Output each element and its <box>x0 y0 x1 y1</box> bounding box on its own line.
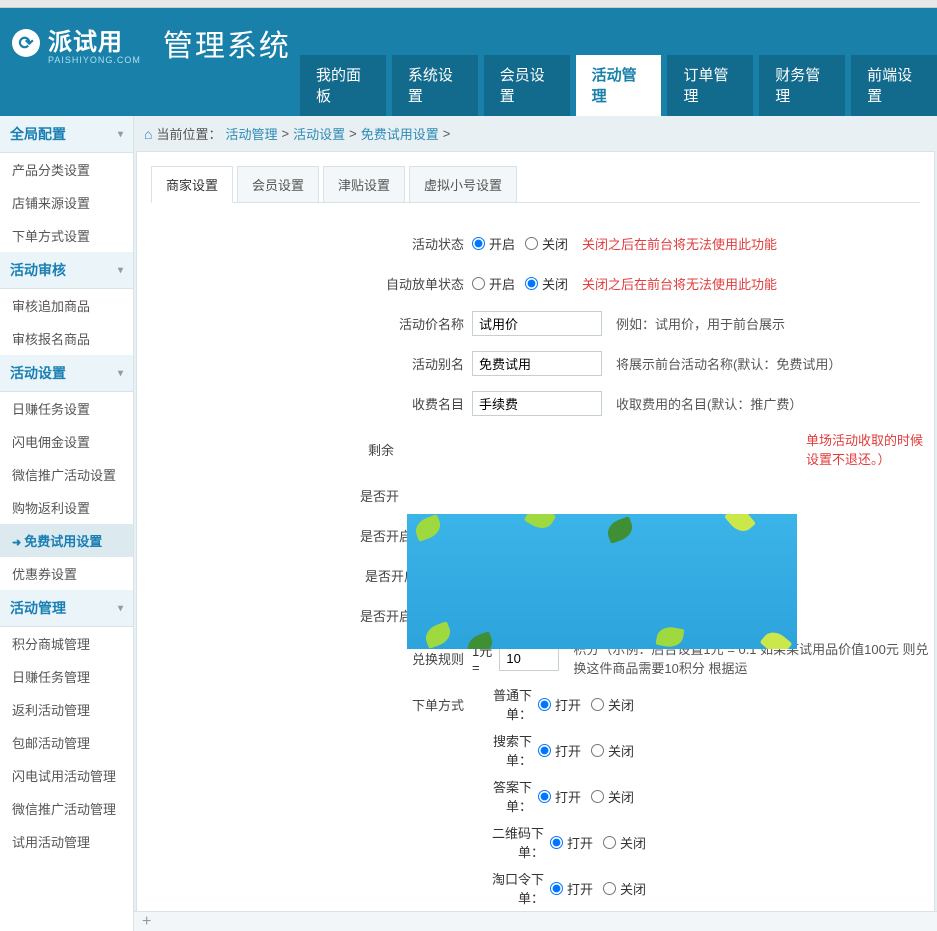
side-item-0-2[interactable]: 下单方式设置 <box>0 219 133 252</box>
label-feename: 收费名目 <box>137 394 472 413</box>
side-item-2-0[interactable]: 日赚任务设置 <box>0 392 133 425</box>
tab-0[interactable]: 商家设置 <box>151 166 233 203</box>
side-item-2-4[interactable]: 免费试用设置 <box>0 524 133 557</box>
browser-bookmark-bar <box>0 0 937 8</box>
side-item-0-0[interactable]: 产品分类设置 <box>0 153 133 186</box>
radio-tkl-open[interactable]: 打开 <box>550 879 593 898</box>
nav-item-3[interactable]: 活动管理 <box>576 55 662 116</box>
radio-status-open[interactable]: 开启 <box>472 234 515 253</box>
side-item-3-1[interactable]: 日赚任务管理 <box>0 660 133 693</box>
tab-3[interactable]: 虚拟小号设置 <box>409 166 517 202</box>
footer-bar: + <box>134 911 937 931</box>
label-alias: 活动别名 <box>137 354 472 373</box>
hint-pricename: 例如：试用价，用于前台展示 <box>616 314 785 333</box>
side-item-3-5[interactable]: 微信推广活动管理 <box>0 792 133 825</box>
side-item-3-4[interactable]: 闪电试用活动管理 <box>0 759 133 792</box>
home-icon: ⌂ <box>144 126 152 142</box>
nav-item-1[interactable]: 系统设置 <box>392 55 478 116</box>
plus-icon[interactable]: + <box>142 913 151 931</box>
label-rule: 兑换规则 <box>137 649 472 668</box>
tab-2[interactable]: 津贴设置 <box>323 166 405 202</box>
side-group-3[interactable]: 活动管理▾ <box>0 590 133 627</box>
side-item-1-0[interactable]: 审核追加商品 <box>0 289 133 322</box>
breadcrumb: ⌂ 当前位置： 活动管理 > 活动设置 > 免费试用设置 > <box>134 116 937 151</box>
radio-search-close[interactable]: 关闭 <box>591 741 634 760</box>
warn-auto: 关闭之后在前台将无法使用此功能 <box>582 274 777 293</box>
side-item-2-2[interactable]: 微信推广活动设置 <box>0 458 133 491</box>
logo-icon: ⟳ <box>12 29 40 57</box>
logo-main: 派试用 <box>48 22 141 57</box>
side-group-0[interactable]: 全局配置▾ <box>0 116 133 153</box>
radio-normal-close[interactable]: 关闭 <box>591 695 634 714</box>
input-pricename[interactable] <box>472 311 602 336</box>
nav-item-2[interactable]: 会员设置 <box>484 55 570 116</box>
radio-qr-close[interactable]: 关闭 <box>603 833 646 852</box>
side-item-3-2[interactable]: 返利活动管理 <box>0 693 133 726</box>
top-nav: 我的面板系统设置会员设置活动管理订单管理财务管理前端设置 <box>0 78 937 116</box>
content-area: ⌂ 当前位置： 活动管理 > 活动设置 > 免费试用设置 > 商家设置会员设置津… <box>134 116 937 931</box>
logo-title: 管理系统 <box>163 21 291 65</box>
input-rule[interactable] <box>499 646 559 671</box>
radio-qr-open[interactable]: 打开 <box>550 833 593 852</box>
sidebar: 全局配置▾产品分类设置店铺来源设置下单方式设置活动审核▾审核追加商品审核报名商品… <box>0 116 134 931</box>
radio-answer-close[interactable]: 关闭 <box>591 787 634 806</box>
nav-item-6[interactable]: 前端设置 <box>851 55 937 116</box>
side-group-1[interactable]: 活动审核▾ <box>0 252 133 289</box>
warn-remain: 单场活动收取的时候设置不退还。） <box>806 430 934 468</box>
input-feename[interactable] <box>472 391 602 416</box>
radio-auto-close[interactable]: 关闭 <box>525 274 568 293</box>
nav-item-0[interactable]: 我的面板 <box>300 55 386 116</box>
label-method: 下单方式 <box>137 695 472 714</box>
radio-auto-open[interactable]: 开启 <box>472 274 515 293</box>
label-auto: 自动放单状态 <box>137 274 472 293</box>
crumb-2[interactable]: 免费试用设置 <box>361 124 439 143</box>
side-group-2[interactable]: 活动设置▾ <box>0 355 133 392</box>
warn-status: 关闭之后在前台将无法使用此功能 <box>582 234 777 253</box>
side-item-2-1[interactable]: 闪电佣金设置 <box>0 425 133 458</box>
crumb-1[interactable]: 活动设置 <box>293 124 345 143</box>
crumb-0[interactable]: 活动管理 <box>225 124 277 143</box>
radio-search-open[interactable]: 打开 <box>538 741 581 760</box>
side-item-3-3[interactable]: 包邮活动管理 <box>0 726 133 759</box>
side-item-2-5[interactable]: 优惠券设置 <box>0 557 133 590</box>
side-item-0-1[interactable]: 店铺来源设置 <box>0 186 133 219</box>
nav-item-5[interactable]: 财务管理 <box>759 55 845 116</box>
nav-item-4[interactable]: 订单管理 <box>667 55 753 116</box>
logo-sub: PAISHIYONG.COM <box>48 55 141 65</box>
tab-1[interactable]: 会员设置 <box>237 166 319 202</box>
hint-alias: 将展示前台活动名称(默认：免费试用） <box>616 354 841 373</box>
radio-answer-open[interactable]: 打开 <box>538 787 581 806</box>
label-status: 活动状态 <box>137 234 472 253</box>
side-item-1-1[interactable]: 审核报名商品 <box>0 322 133 355</box>
radio-status-close[interactable]: 关闭 <box>525 234 568 253</box>
label-remain: 剩余 <box>137 440 402 459</box>
radio-tkl-close[interactable]: 关闭 <box>603 879 646 898</box>
side-item-3-0[interactable]: 积分商城管理 <box>0 627 133 660</box>
side-item-2-3[interactable]: 购物返利设置 <box>0 491 133 524</box>
overlay-banner <box>407 514 797 649</box>
input-alias[interactable] <box>472 351 602 376</box>
side-item-3-6[interactable]: 试用活动管理 <box>0 825 133 858</box>
radio-normal-open[interactable]: 打开 <box>538 695 581 714</box>
tabs: 商家设置会员设置津贴设置虚拟小号设置 <box>151 166 920 203</box>
hint-feename: 收取费用的名目(默认：推广费） <box>616 394 802 413</box>
label-isopen: 是否开 <box>137 486 407 505</box>
label-pricename: 活动价名称 <box>137 314 472 333</box>
